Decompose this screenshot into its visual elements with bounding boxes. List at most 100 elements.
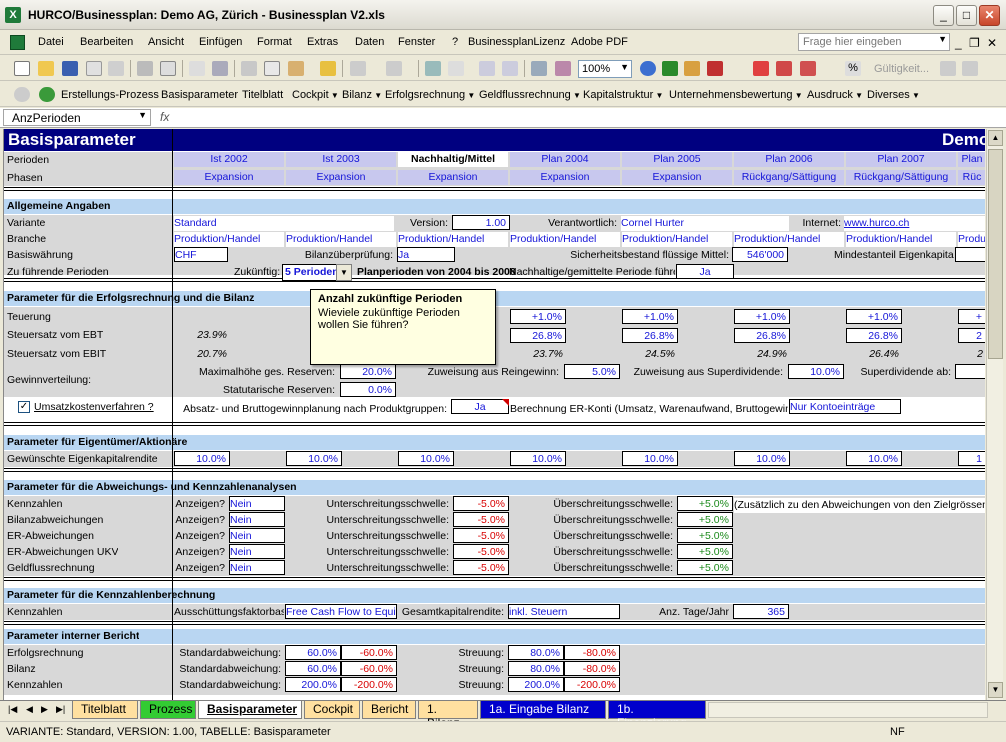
pdf-icon[interactable] bbox=[707, 61, 723, 76]
tax-ebt-cell[interactable]: 26.8% bbox=[734, 328, 790, 343]
copy-icon[interactable] bbox=[264, 61, 280, 76]
toolbar-diverses[interactable]: Diverses ▼ bbox=[867, 89, 920, 101]
settings-icon[interactable] bbox=[14, 87, 30, 102]
show-input[interactable]: Nein bbox=[229, 560, 285, 575]
chart-wizard-icon[interactable] bbox=[531, 61, 547, 76]
menu-businessplanlizenz[interactable]: BusinessplanLizenz bbox=[468, 36, 565, 48]
sheet-tab[interactable]: Titelblatt bbox=[72, 701, 138, 719]
equity-return-input[interactable]: 10.0% bbox=[174, 451, 230, 466]
overrun-input[interactable]: +5.0% bbox=[677, 496, 733, 511]
equity-return-input[interactable]: 10.0% bbox=[846, 451, 902, 466]
process-icon[interactable] bbox=[39, 87, 55, 102]
open-icon[interactable] bbox=[38, 61, 54, 76]
sheet-tab[interactable]: 1a. Eingabe Bilanz bbox=[480, 701, 606, 719]
std-dev-neg-input[interactable]: -60.0% bbox=[341, 661, 397, 676]
chevron-down-icon[interactable]: ▼ bbox=[336, 264, 352, 281]
close-button[interactable]: ✕ bbox=[979, 5, 1000, 26]
overrun-input[interactable]: +5.0% bbox=[677, 544, 733, 559]
inflation-input[interactable]: +1.0% bbox=[622, 309, 678, 324]
scroll-thumb[interactable] bbox=[988, 149, 1003, 359]
tax-ebt-cell[interactable]: 26.8% bbox=[622, 328, 678, 343]
print-icon[interactable] bbox=[137, 61, 153, 76]
menu-fenster[interactable]: Fenster bbox=[398, 36, 435, 48]
spread-pos-input[interactable]: 80.0% bbox=[508, 645, 564, 660]
toolbar-erfolgsrechnung[interactable]: Erfolgsrechnung ▼ bbox=[385, 89, 475, 101]
version-input[interactable]: 1.00 bbox=[452, 215, 510, 230]
overrun-input[interactable]: +5.0% bbox=[677, 512, 733, 527]
research-icon[interactable] bbox=[212, 61, 228, 76]
menu-adobe-pdf[interactable]: Adobe PDF bbox=[571, 36, 628, 48]
sales-planning-input[interactable]: Ja bbox=[451, 399, 509, 414]
equity-return-input[interactable]: 10.0% bbox=[286, 451, 342, 466]
phase-cell[interactable]: Expansion bbox=[174, 170, 284, 185]
std-dev-pos-input[interactable]: 60.0% bbox=[285, 645, 341, 660]
fx-icon[interactable]: fx bbox=[160, 110, 169, 124]
format-painter-icon[interactable] bbox=[320, 61, 336, 76]
std-dev-neg-input[interactable]: -200.0% bbox=[341, 677, 397, 692]
max-reserves-input[interactable]: 20.0% bbox=[340, 364, 396, 379]
spread-pos-input[interactable]: 80.0% bbox=[508, 661, 564, 676]
first-sheet-icon[interactable]: |◀ bbox=[8, 704, 17, 715]
allocation-super-input[interactable]: 10.0% bbox=[788, 364, 844, 379]
std-dev-neg-input[interactable]: -60.0% bbox=[341, 645, 397, 660]
menu-format[interactable]: Format bbox=[257, 36, 292, 48]
run-icon[interactable] bbox=[662, 61, 678, 76]
overrun-input[interactable]: +5.0% bbox=[677, 560, 733, 575]
cost-of-sales-checkbox[interactable]: ✓ bbox=[18, 401, 30, 413]
percent-icon[interactable]: % bbox=[845, 61, 861, 76]
inflation-input[interactable]: +1.0% bbox=[510, 309, 566, 324]
excel-app-icon[interactable]: X bbox=[5, 7, 21, 23]
equity-return-input[interactable]: 10.0% bbox=[734, 451, 790, 466]
branch-cell[interactable]: Produktion/Handel bbox=[510, 232, 620, 247]
statutory-reserves-input[interactable]: 0.0% bbox=[340, 382, 396, 397]
zoom-select[interactable]: 100% ▼ bbox=[578, 60, 632, 78]
maximize-button[interactable]: □ bbox=[956, 5, 977, 26]
workbook-close-button[interactable]: ✕ bbox=[987, 36, 997, 50]
std-dev-pos-input[interactable]: 60.0% bbox=[285, 661, 341, 676]
spread-neg-input[interactable]: -80.0% bbox=[564, 661, 620, 676]
phase-cell[interactable]: Expansion bbox=[510, 170, 620, 185]
underrun-input[interactable]: -5.0% bbox=[453, 496, 509, 511]
horizontal-scrollbar[interactable] bbox=[708, 702, 988, 718]
menu-help[interactable]: ? bbox=[452, 36, 458, 48]
inflation-input[interactable]: + bbox=[958, 309, 985, 324]
workbook-restore-button[interactable]: ❐ bbox=[969, 36, 980, 50]
sort-ascending-icon[interactable] bbox=[479, 61, 495, 76]
min-equity-input[interactable] bbox=[955, 247, 985, 262]
branch-cell[interactable]: Produktion/Handel bbox=[846, 232, 956, 247]
toolbar-bilanz[interactable]: Bilanz ▼ bbox=[342, 89, 382, 101]
branch-cell[interactable]: Produktion/Handel bbox=[286, 232, 396, 247]
phase-cell[interactable]: Rückgang/Sättigung bbox=[846, 170, 956, 185]
scroll-up-icon[interactable]: ▲ bbox=[988, 130, 1003, 146]
calc-er-input[interactable]: Nur Kontoeinträge bbox=[789, 399, 901, 414]
tax-ebt-cell[interactable]: 26.8% bbox=[510, 328, 566, 343]
help-icon[interactable] bbox=[640, 61, 656, 76]
adobe-icon[interactable] bbox=[684, 61, 700, 76]
safety-stock-input[interactable]: 546'000 bbox=[732, 247, 788, 262]
phase-cell[interactable]: Expansion bbox=[622, 170, 732, 185]
tax-ebt-cell[interactable]: 26.8% bbox=[846, 328, 902, 343]
menu-datei[interactable]: Datei bbox=[38, 36, 64, 48]
spread-pos-input[interactable]: 200.0% bbox=[508, 677, 564, 692]
print-preview-icon[interactable] bbox=[160, 61, 176, 76]
chevron-down-icon[interactable]: ▼ bbox=[938, 34, 947, 44]
drawing-icon[interactable] bbox=[555, 61, 571, 76]
branch-cell[interactable]: Produktion/Handel bbox=[174, 232, 284, 247]
show-input[interactable]: Nein bbox=[229, 496, 285, 511]
pdf-review-icon[interactable] bbox=[800, 61, 816, 76]
toolbar-titelblatt[interactable]: Titelblatt bbox=[242, 89, 283, 101]
sheet-tab[interactable]: Bericht bbox=[362, 701, 416, 719]
toolbar-basisparameter[interactable]: Basisparameter bbox=[161, 89, 238, 101]
sheet-tab[interactable]: Prozess bbox=[140, 701, 196, 719]
email-icon[interactable] bbox=[108, 61, 124, 76]
branch-cell[interactable]: Produktion/Handel bbox=[734, 232, 844, 247]
phase-cell[interactable]: Expansion bbox=[398, 170, 508, 185]
prev-sheet-icon[interactable]: ◀ bbox=[26, 704, 33, 715]
super-dividend-input[interactable] bbox=[955, 364, 985, 379]
payout-basis-input[interactable]: Free Cash Flow to Equity bbox=[285, 604, 397, 619]
new-icon[interactable] bbox=[14, 61, 30, 76]
vertical-scrollbar[interactable]: ▲ ▼ bbox=[986, 129, 1003, 700]
help-search-input[interactable]: Frage hier eingeben ▼ bbox=[798, 33, 950, 51]
underrun-input[interactable]: -5.0% bbox=[453, 528, 509, 543]
equity-return-input[interactable]: 10.0% bbox=[398, 451, 454, 466]
